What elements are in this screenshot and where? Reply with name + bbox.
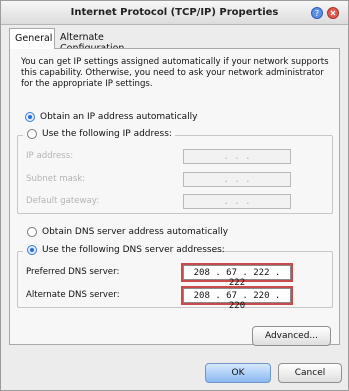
window-title: Internet Protocol (TCP/IP) Properties bbox=[70, 7, 279, 18]
general-panel: You can get IP settings assigned automat… bbox=[9, 48, 340, 346]
alternate-dns-value: 208 . 67 . 220 . 220 bbox=[193, 291, 281, 311]
close-icon[interactable] bbox=[327, 7, 339, 19]
subnet-mask-row: Subnet mask: . . . bbox=[26, 172, 322, 187]
alternate-dns-label: Alternate DNS server: bbox=[26, 290, 120, 300]
ip-address-row: IP address: . . . bbox=[26, 149, 322, 164]
default-gateway-label: Default gateway: bbox=[26, 196, 100, 206]
use-following-dns-radio[interactable] bbox=[27, 245, 37, 255]
ip-address-placeholder: . . . bbox=[223, 152, 251, 162]
default-gateway-placeholder: . . . bbox=[223, 197, 251, 207]
intro-text: You can get IP settings assigned automat… bbox=[21, 57, 329, 89]
preferred-dns-label: Preferred DNS server: bbox=[26, 267, 120, 277]
tab-alternate-configuration[interactable]: Alternate Configuration bbox=[55, 28, 171, 54]
ip-address-label: IP address: bbox=[26, 151, 74, 161]
obtain-ip-auto-radio[interactable] bbox=[25, 112, 35, 122]
title-bar[interactable]: Internet Protocol (TCP/IP) Properties ? bbox=[1, 1, 348, 25]
cancel-button[interactable]: Cancel bbox=[278, 363, 342, 383]
use-following-ip-radio[interactable] bbox=[27, 129, 37, 139]
subnet-mask-field[interactable]: . . . bbox=[183, 172, 291, 187]
ok-button[interactable]: OK bbox=[205, 363, 271, 383]
subnet-mask-label: Subnet mask: bbox=[26, 174, 86, 184]
obtain-dns-auto-option[interactable]: Obtain DNS server address automatically bbox=[27, 227, 228, 237]
tab-general[interactable]: General bbox=[9, 28, 55, 49]
help-icon[interactable]: ? bbox=[311, 7, 323, 19]
preferred-dns-field[interactable]: 208 . 67 . 222 . 222 bbox=[181, 263, 293, 288]
tcpip-properties-window: Internet Protocol (TCP/IP) Properties ? … bbox=[0, 0, 349, 391]
ip-address-field[interactable]: . . . bbox=[183, 149, 291, 164]
obtain-dns-auto-label: Obtain DNS server address automatically bbox=[42, 227, 229, 237]
use-following-dns-label: Use the following DNS server addresses: bbox=[42, 245, 225, 255]
default-gateway-field[interactable]: . . . bbox=[183, 194, 291, 209]
obtain-ip-auto-label: Obtain an IP address automatically bbox=[40, 112, 198, 122]
obtain-ip-auto-option[interactable]: Obtain an IP address automatically bbox=[25, 112, 198, 122]
alternate-dns-row: Alternate DNS server: 208 . 67 . 220 . 2… bbox=[26, 286, 322, 311]
use-following-ip-label: Use the following IP address: bbox=[42, 129, 172, 139]
svg-text:?: ? bbox=[315, 9, 319, 18]
subnet-mask-placeholder: . . . bbox=[223, 175, 251, 185]
use-following-dns-option[interactable]: Use the following DNS server addresses: bbox=[27, 245, 225, 255]
preferred-dns-row: Preferred DNS server: 208 . 67 . 222 . 2… bbox=[26, 263, 322, 288]
use-following-ip-option[interactable]: Use the following IP address: bbox=[27, 129, 172, 139]
advanced-button[interactable]: Advanced... bbox=[252, 326, 331, 346]
default-gateway-row: Default gateway: . . . bbox=[26, 194, 322, 209]
obtain-dns-auto-radio[interactable] bbox=[27, 227, 37, 237]
alternate-dns-field[interactable]: 208 . 67 . 220 . 220 bbox=[181, 286, 293, 311]
preferred-dns-value: 208 . 67 . 222 . 222 bbox=[193, 268, 281, 288]
